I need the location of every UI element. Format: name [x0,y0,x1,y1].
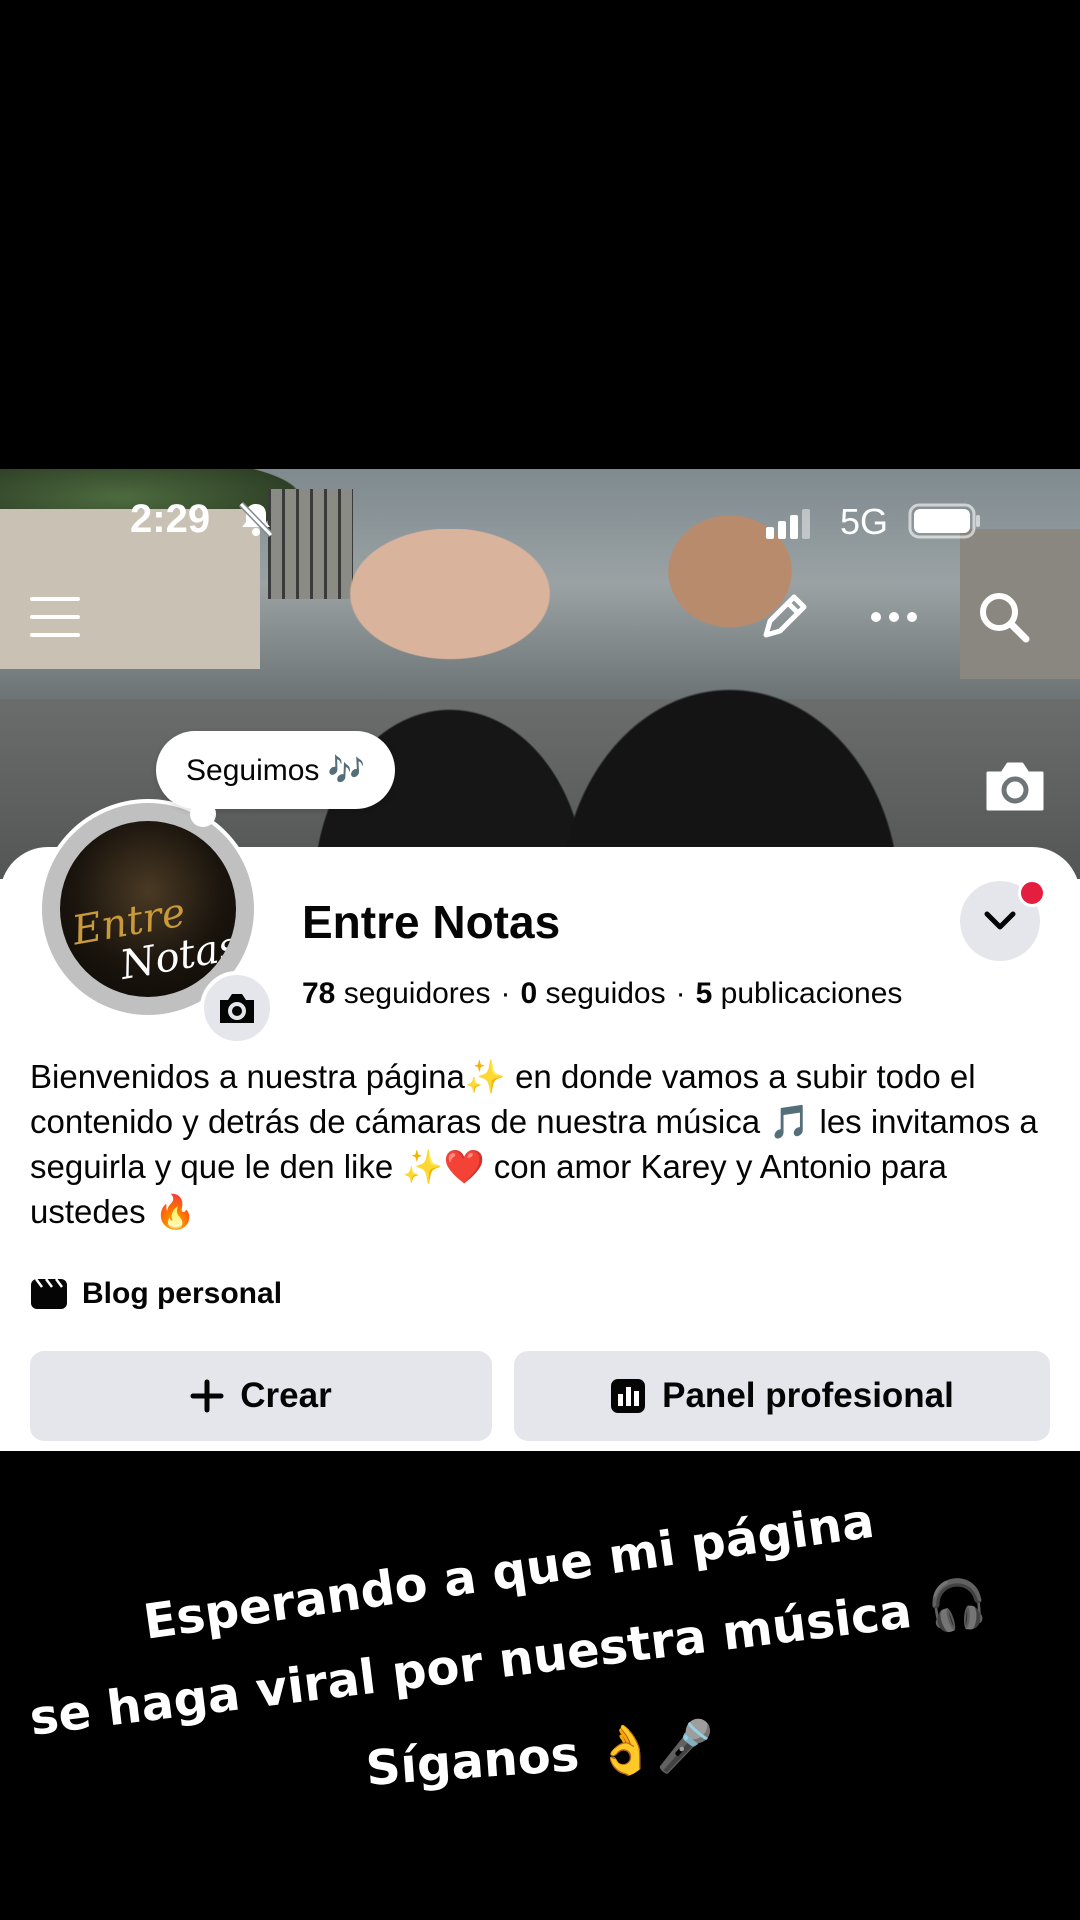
battery-icon [908,503,980,539]
posts-stat[interactable]: 5 publicaciones [696,977,903,1010]
status-time: 2:29 [130,497,211,541]
page-category: Blog personal [30,1277,282,1311]
search-icon[interactable] [976,589,1032,645]
camera-icon[interactable] [984,759,1046,813]
pencil-icon[interactable] [756,589,812,645]
caption-line-3: Síganos 👌🎤 [364,1716,717,1797]
profile-bio: Bienvenidos a nuestra página✨ en donde v… [30,1058,1038,1230]
category-label: Blog personal [82,1277,283,1310]
bell-slash-icon [238,501,274,538]
menu-icon[interactable] [28,589,84,645]
followers-stat[interactable]: 78 seguidores [302,977,490,1010]
signal-icon [766,509,810,539]
notification-dot [1018,879,1046,907]
create-button[interactable]: Crear [30,1351,492,1441]
clapperboard-icon [31,1278,67,1309]
facebook-profile-screenshot: 2:29 5G Seguimos 🎶 Entre Notas Entre Not… [0,469,1080,1451]
chart-icon [611,1379,646,1413]
more-icon[interactable] [866,589,922,645]
avatar-camera-button[interactable] [200,971,274,1045]
following-stat[interactable]: 0 seguidos [520,977,665,1010]
professional-dashboard-button[interactable]: Panel profesional [514,1351,1050,1441]
profile-stats: 78 seguidores · 0 seguidos · 5 publicaciones [302,977,903,1010]
camera-icon [220,994,254,1023]
note-bubble[interactable]: Seguimos 🎶 [156,731,396,827]
note-text: Seguimos 🎶 [186,753,366,787]
page-title: Entre Notas [302,896,561,948]
network-type: 5G [840,501,889,542]
plus-icon [190,1379,224,1413]
create-button-label: Crear [240,1376,332,1415]
chevron-down-icon [984,911,1016,930]
professional-dashboard-label: Panel profesional [662,1376,954,1415]
